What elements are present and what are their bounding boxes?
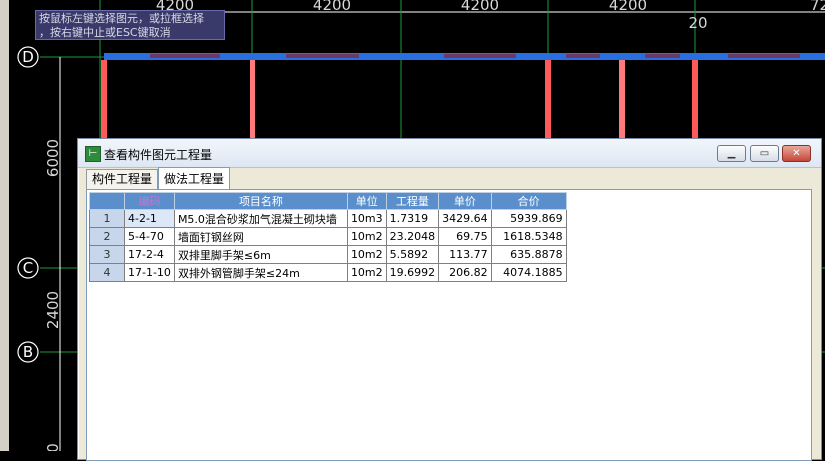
dimension-label: 0	[44, 443, 62, 451]
wall[interactable]	[619, 60, 625, 140]
restore-button[interactable]: ▭	[750, 145, 779, 162]
column-header[interactable]: 单位	[346, 192, 387, 210]
quantity-cell[interactable]: 23.2048	[385, 227, 440, 246]
dialog-title: 查看构件图元工程量	[104, 148, 213, 162]
total-cell[interactable]: 1618.5348	[490, 227, 567, 246]
table-row[interactable]: 1 4-2-1 M5.0混合砂浆加气混凝土砌块墙 10m3 1.7319 342…	[89, 209, 567, 228]
corner-header	[89, 192, 125, 210]
name-cell[interactable]: 墙面钉钢丝网	[173, 227, 348, 246]
column-header[interactable]: 合价	[490, 192, 567, 210]
quantity-cell[interactable]: 19.6992	[385, 263, 440, 282]
dimension-label: 4200	[609, 0, 647, 14]
total-cell[interactable]: 635.8878	[490, 245, 567, 264]
price-cell[interactable]: 3429.64	[438, 209, 492, 228]
close-button[interactable]: ✕	[782, 145, 811, 162]
quantity-table: 编码 项目名称 单位 工程量 单价 合价 1 4-2-1 M5.0混合砂浆加气混…	[89, 192, 567, 282]
quantity-dialog[interactable]: ⊢ 查看构件图元工程量 ▁ ▭ ✕ 构件工程量 做法工程量 编码 项目名称 单位…	[77, 138, 822, 461]
total-cell[interactable]: 4074.1885	[490, 263, 567, 282]
column-header[interactable]: 单价	[438, 192, 492, 210]
table-row[interactable]: 4 17-1-10 双排外钢管脚手架≤24m 10m2 19.6992 206.…	[89, 263, 567, 282]
dimension-label: 6000	[44, 139, 62, 177]
price-cell[interactable]: 69.75	[438, 227, 492, 246]
row-number[interactable]: 3	[89, 245, 125, 264]
left-toolbar[interactable]	[0, 0, 9, 451]
hint-line: 按鼠标左键选择图元，或拉框选择	[39, 12, 204, 25]
quantity-cell[interactable]: 5.5892	[385, 245, 440, 264]
axis-label-d: D	[22, 48, 34, 66]
total-cell[interactable]: 5939.869	[490, 209, 567, 228]
price-cell[interactable]: 206.82	[438, 263, 492, 282]
unit-cell[interactable]: 10m2	[346, 263, 387, 282]
dimension-label: 4200	[313, 0, 351, 14]
name-cell[interactable]: 双排外钢管脚手架≤24m	[173, 263, 348, 282]
code-cell[interactable]: 17-1-10	[124, 263, 175, 282]
wall[interactable]	[692, 60, 698, 140]
unit-cell[interactable]: 10m3	[346, 209, 387, 228]
code-cell[interactable]: 4-2-1	[124, 209, 175, 228]
minimize-button[interactable]: ▁	[717, 145, 746, 162]
column-header[interactable]: 项目名称	[173, 192, 348, 210]
axis-label-b: B	[23, 343, 33, 361]
name-cell[interactable]: 双排里脚手架≤6m	[173, 245, 348, 264]
table-row[interactable]: 3 17-2-4 双排里脚手架≤6m 10m2 5.5892 113.77 63…	[89, 245, 567, 264]
tab-method-quantity[interactable]: 做法工程量	[158, 167, 230, 190]
column-header[interactable]: 工程量	[385, 192, 440, 210]
hint-line: ，按右键中止或ESC键取消	[39, 26, 171, 39]
row-number[interactable]: 2	[89, 227, 125, 246]
dimension-label: 72	[810, 0, 825, 14]
code-cell[interactable]: 17-2-4	[124, 245, 175, 264]
wall[interactable]	[250, 60, 255, 140]
table-panel: 编码 项目名称 单位 工程量 单价 合价 1 4-2-1 M5.0混合砂浆加气混…	[86, 189, 812, 461]
axis-label-c: C	[23, 259, 33, 277]
quantity-cell[interactable]: 1.7319	[385, 209, 440, 228]
price-cell[interactable]: 113.77	[438, 245, 492, 264]
row-number[interactable]: 1	[89, 209, 125, 228]
code-cell[interactable]: 5-4-70	[124, 227, 175, 246]
wall[interactable]	[545, 60, 551, 140]
app-icon: ⊢	[85, 146, 101, 162]
dimension-label: 2400	[44, 291, 62, 329]
marker-label: 20	[688, 14, 707, 32]
tab-component-quantity[interactable]: 构件工程量	[86, 169, 158, 189]
dialog-titlebar[interactable]: ⊢ 查看构件图元工程量 ▁ ▭ ✕	[78, 139, 821, 168]
row-number[interactable]: 4	[89, 263, 125, 282]
status-hint: 按鼠标左键选择图元，或拉框选择 ，按右键中止或ESC键取消	[35, 10, 225, 40]
dimension-label: 4200	[461, 0, 499, 14]
unit-cell[interactable]: 10m2	[346, 227, 387, 246]
name-cell[interactable]: M5.0混合砂浆加气混凝土砌块墙	[173, 209, 348, 228]
table-row[interactable]: 2 5-4-70 墙面钉钢丝网 10m2 23.2048 69.75 1618.…	[89, 227, 567, 246]
unit-cell[interactable]: 10m2	[346, 245, 387, 264]
column-header[interactable]: 编码	[124, 192, 175, 210]
